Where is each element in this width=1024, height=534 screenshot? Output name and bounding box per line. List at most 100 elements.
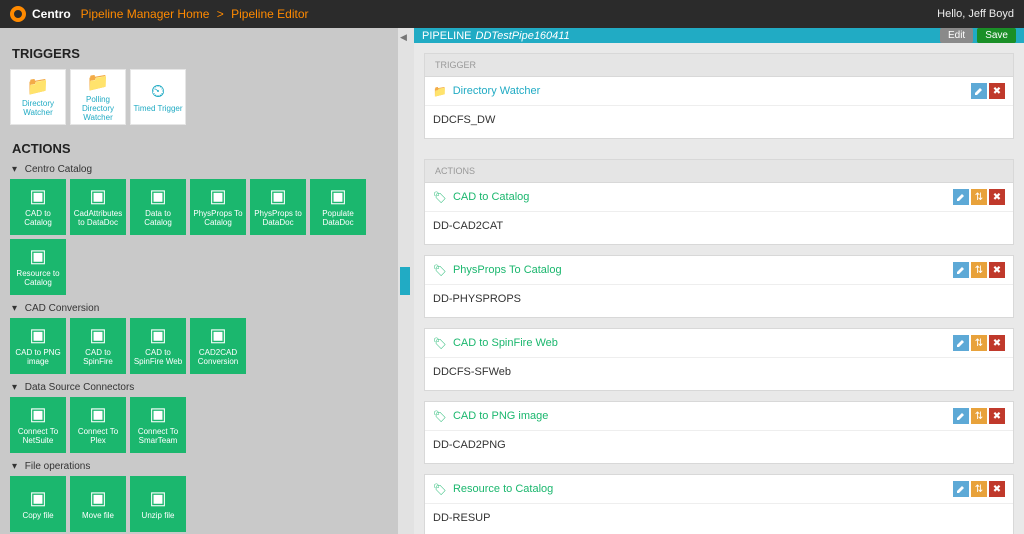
delete-action-button[interactable]: ✖ — [989, 335, 1005, 351]
trigger-group: Trigger — [424, 53, 1014, 76]
reorder-action-button[interactable]: ⇅ — [971, 335, 987, 351]
connect-to-plex-icon: ▣ — [89, 404, 106, 425]
action-tile-row-file-operations: ▣Copy file ▣ Move file ▣Unzip file — [10, 476, 388, 532]
save-pipeline-button[interactable]: Save — [977, 28, 1016, 43]
physprops-to-catalog-icon: ▣ — [209, 186, 226, 207]
pipeline-action-value: DD-RESUP — [425, 504, 1013, 534]
reorder-action-button[interactable]: ⇅ — [971, 408, 987, 424]
folder-icon: 📁 — [433, 85, 447, 98]
actions-group: Actions — [424, 159, 1014, 182]
pipeline-action-title[interactable]: CAD to SpinFire Web — [453, 337, 951, 349]
edit-pipeline-button[interactable]: Edit — [940, 28, 973, 43]
cadattributes-to-datadoc-icon: ▣ — [89, 186, 106, 207]
chevron-down-icon: ▾ — [12, 461, 22, 472]
actions-group-heading: Actions — [424, 159, 1014, 182]
move-file-icon: ▣ — [89, 488, 106, 509]
trigger-item: 📁 Directory Watcher ✖ DDCFS_DW — [424, 76, 1014, 139]
splitter-handle-icon[interactable] — [400, 267, 410, 295]
cad-to-catalog-icon: ▣ — [29, 186, 46, 207]
action-tile-label: Connect To NetSuite — [12, 427, 64, 445]
triggers-heading: TRIGGERS — [12, 46, 386, 61]
action-tile-cad-to-png-image[interactable]: ▣CAD to PNG image — [10, 318, 66, 374]
splitter[interactable]: ◀ — [398, 28, 414, 534]
breadcrumb-current: Pipeline Editor — [231, 7, 308, 21]
chevron-down-icon: ▾ — [12, 164, 22, 175]
trigger-item-value: DDCFS_DW — [425, 106, 1013, 138]
pipeline-action-title[interactable]: CAD to PNG image — [453, 410, 951, 422]
action-tile-label: Connect To Plex — [72, 427, 124, 445]
action-tile-label: Resource to Catalog — [12, 269, 64, 287]
delete-action-button[interactable]: ✖ — [989, 189, 1005, 205]
action-tile-cad-to-catalog[interactable]: ▣ CAD to Catalog — [10, 179, 66, 235]
edit-action-button[interactable] — [953, 335, 969, 351]
reorder-action-button[interactable]: ⇅ — [971, 189, 987, 205]
trigger-tile-polling-directory-watcher[interactable]: 📁Polling Directory Watcher — [70, 69, 126, 125]
trigger-tile-timed-trigger[interactable]: ⏲Timed Trigger — [130, 69, 186, 125]
subcategory-file-operations[interactable]: ▾ File operations — [12, 461, 386, 472]
action-tile-unzip-file[interactable]: ▣Unzip file — [130, 476, 186, 532]
pipeline-name: DDTestPipe160411 — [476, 30, 570, 42]
trigger-tile-label: Polling Directory Watcher — [73, 95, 123, 123]
delete-action-button[interactable]: ✖ — [989, 481, 1005, 497]
action-tile-populate-datadoc[interactable]: ▣Populate DataDoc — [310, 179, 366, 235]
polling-directory-watcher-icon: 📁 — [87, 72, 109, 93]
tag-icon: 🏷 — [433, 191, 447, 204]
pipeline-action-item: 🏷CAD to PNG image⇅✖DD-CAD2PNG — [424, 401, 1014, 464]
action-tile-label: Unzip file — [142, 511, 175, 520]
reorder-action-button[interactable]: ⇅ — [971, 481, 987, 497]
pipeline-action-value: DDCFS-SFWeb — [425, 358, 1013, 390]
action-tile-label: Connect To SmarTeam — [132, 427, 184, 445]
action-tile-move-file[interactable]: ▣ Move file — [70, 476, 126, 532]
pipeline-action-value: DD-CAD2CAT — [425, 212, 1013, 244]
directory-watcher-icon: 📁 — [27, 76, 49, 97]
action-tile-data-to-catalog[interactable]: ▣Data to Catalog — [130, 179, 186, 235]
pipeline-action-title[interactable]: Resource to Catalog — [453, 483, 951, 495]
pipeline-action-value: DD-CAD2PNG — [425, 431, 1013, 463]
action-tile-connect-to-netsuite[interactable]: ▣ Connect To NetSuite — [10, 397, 66, 453]
resource-to-catalog-icon: ▣ — [29, 246, 46, 267]
greeting-text: Hello, Jeff Boyd — [937, 8, 1014, 20]
chevron-down-icon: ▾ — [12, 303, 22, 314]
action-tile-copy-file[interactable]: ▣Copy file — [10, 476, 66, 532]
trigger-tile-directory-watcher[interactable]: 📁 Directory Watcher — [10, 69, 66, 125]
pipeline-action-title[interactable]: PhysProps To Catalog — [453, 264, 951, 276]
pipeline-label: PIPELINE — [422, 30, 472, 42]
delete-action-button[interactable]: ✖ — [989, 262, 1005, 278]
trigger-item-title[interactable]: Directory Watcher — [453, 85, 969, 97]
chevron-down-icon: ▾ — [12, 382, 22, 393]
pipeline-action-item: 🏷 CAD to SpinFire Web ⇅✖ DDCFS-SFWeb — [424, 328, 1014, 391]
edit-action-button[interactable] — [953, 408, 969, 424]
action-tile-label: Move file — [82, 511, 114, 520]
top-bar: Centro Pipeline Manager Home > Pipeline … — [0, 0, 1024, 28]
connect-to-netsuite-icon: ▣ — [29, 404, 46, 425]
brand-name: Centro — [32, 7, 71, 21]
tag-icon: 🏷 — [433, 337, 447, 350]
delete-trigger-button[interactable]: ✖ — [989, 83, 1005, 99]
action-tile-cad-to-spinfire-web[interactable]: ▣CAD to SpinFire Web — [130, 318, 186, 374]
edit-action-button[interactable] — [953, 481, 969, 497]
subcategory-centro-catalog[interactable]: ▾ Centro Catalog — [12, 164, 386, 175]
action-tile-connect-to-smarteam[interactable]: ▣Connect To SmarTeam — [130, 397, 186, 453]
delete-action-button[interactable]: ✖ — [989, 408, 1005, 424]
edit-action-button[interactable] — [953, 189, 969, 205]
edit-trigger-button[interactable] — [971, 83, 987, 99]
breadcrumb-separator: > — [213, 7, 227, 21]
edit-action-button[interactable] — [953, 262, 969, 278]
breadcrumb-home[interactable]: Pipeline Manager Home — [81, 7, 210, 21]
action-tile-label: CAD to Catalog — [12, 209, 64, 227]
reorder-action-button[interactable]: ⇅ — [971, 262, 987, 278]
subcategory-cad-conversion[interactable]: ▾ CAD Conversion — [12, 303, 386, 314]
action-tile-cad-to-spinfire[interactable]: ▣CAD to SpinFire — [70, 318, 126, 374]
palette-panel: TRIGGERS 📁Directory Watcher📁Polling Dire… — [0, 28, 398, 534]
trigger-tile-label: Directory Watcher — [13, 99, 63, 117]
pipeline-action-title[interactable]: CAD to Catalog — [453, 191, 951, 203]
action-tile-connect-to-plex[interactable]: ▣ Connect To Plex — [70, 397, 126, 453]
action-tile-resource-to-catalog[interactable]: ▣ Resource to Catalog — [10, 239, 66, 295]
action-tile-cadattributes-to-datadoc[interactable]: ▣CadAttributes to DataDoc — [70, 179, 126, 235]
action-tile-physprops-to-catalog[interactable]: ▣PhysProps To Catalog — [190, 179, 246, 235]
subcategory-data-source-connectors[interactable]: ▾ Data Source Connectors — [12, 382, 386, 393]
action-tile-row-data-source-connectors: ▣ Connect To NetSuite ▣ Connect To Plex ▣Con… — [10, 397, 388, 453]
pipeline-action-item: 🏷 CAD to Catalog ⇅✖ DD-CAD2CAT — [424, 182, 1014, 245]
action-tile-physprops-to-datadoc[interactable]: ▣PhysProps to DataDoc — [250, 179, 306, 235]
action-tile-cad2cad-conversion[interactable]: ▣CAD2CAD Conversion — [190, 318, 246, 374]
